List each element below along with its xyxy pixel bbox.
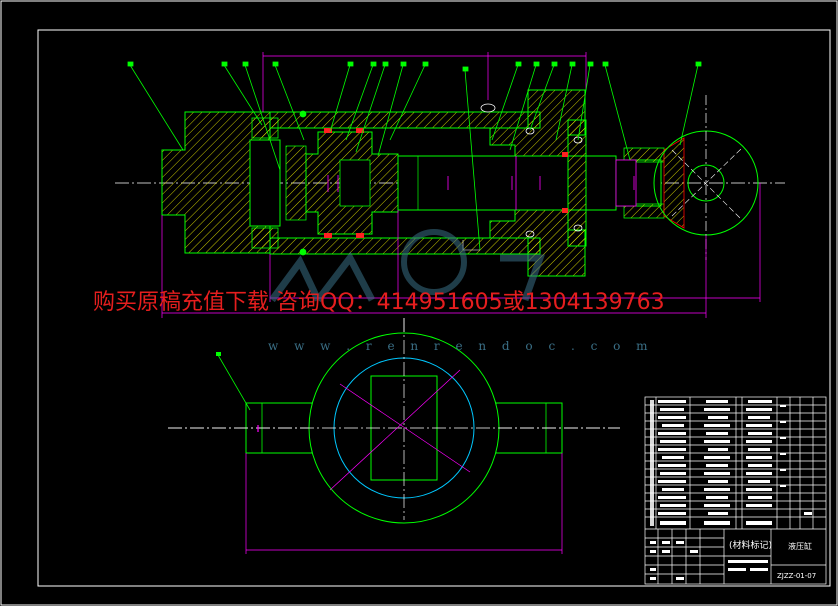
barrel-upper-wall [269, 111, 541, 129]
watermark-url: w w w . r e n r e n d o c . c o m [268, 339, 654, 353]
trunnion-top-view [168, 318, 620, 554]
parts-list-entries [650, 400, 812, 580]
drawing-number: ZJZZ-01-07 [777, 572, 816, 580]
part-name: 液压缸 [788, 541, 812, 551]
cad-drawing-canvas: (材料标记) 液压缸 ZJZZ-01-07 购买原稿充值下载 咨询QQ：4149… [0, 0, 838, 606]
cylinder-section-view [115, 52, 785, 318]
material-note: (材料标记) [729, 539, 772, 551]
end-cap-bore [249, 139, 281, 227]
watermark-text: 购买原稿充值下载 咨询QQ：414951605或1304139763 [93, 290, 665, 315]
